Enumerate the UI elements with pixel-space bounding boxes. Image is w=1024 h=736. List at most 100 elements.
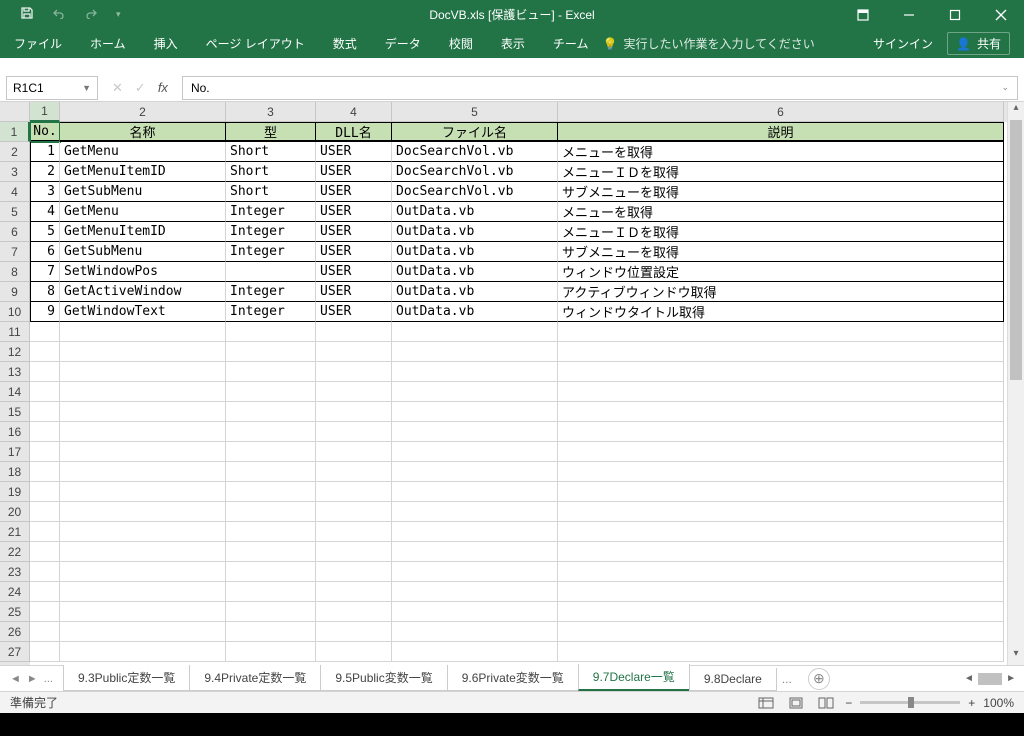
ribbon-tab[interactable]: 挿入 bbox=[140, 35, 192, 52]
row-header[interactable]: 23 bbox=[0, 562, 30, 582]
page-break-view-button[interactable] bbox=[815, 694, 837, 712]
cell[interactable]: アクティブウィンドウ取得 bbox=[558, 282, 1004, 302]
cell[interactable] bbox=[316, 342, 392, 362]
cell[interactable] bbox=[392, 462, 558, 482]
row-header[interactable]: 27 bbox=[0, 642, 30, 662]
chevron-down-icon[interactable]: ▼ bbox=[82, 83, 91, 93]
cell[interactable] bbox=[60, 542, 226, 562]
cell[interactable] bbox=[558, 462, 1004, 482]
cell[interactable] bbox=[316, 382, 392, 402]
cell[interactable] bbox=[226, 642, 316, 662]
cell[interactable]: OutData.vb bbox=[392, 222, 558, 242]
cell[interactable] bbox=[558, 402, 1004, 422]
cell[interactable] bbox=[316, 502, 392, 522]
cell[interactable]: GetMenu bbox=[60, 142, 226, 162]
scroll-down-icon[interactable]: ▾ bbox=[1008, 648, 1024, 665]
cell[interactable]: ウィンドウ位置設定 bbox=[558, 262, 1004, 282]
scroll-right-icon[interactable]: ► bbox=[1006, 673, 1016, 684]
ribbon-tab[interactable]: データ bbox=[371, 35, 435, 52]
cell[interactable]: メニューＩＤを取得 bbox=[558, 222, 1004, 242]
cell[interactable] bbox=[30, 562, 60, 582]
ribbon-tab[interactable]: 校閲 bbox=[435, 35, 487, 52]
close-button[interactable] bbox=[978, 0, 1024, 29]
cell[interactable] bbox=[226, 482, 316, 502]
column-header[interactable]: 3 bbox=[226, 102, 316, 122]
cell[interactable] bbox=[226, 542, 316, 562]
formula-input[interactable]: No. ⌄ bbox=[182, 76, 1018, 100]
cell[interactable] bbox=[558, 542, 1004, 562]
cell[interactable] bbox=[392, 622, 558, 642]
sheet-prev-icon[interactable]: ◄ bbox=[10, 673, 21, 685]
cell[interactable]: USER bbox=[316, 202, 392, 222]
cell[interactable] bbox=[392, 562, 558, 582]
cell[interactable] bbox=[316, 322, 392, 342]
cell[interactable] bbox=[60, 342, 226, 362]
cell[interactable] bbox=[226, 442, 316, 462]
cell[interactable]: GetSubMenu bbox=[60, 242, 226, 262]
cell[interactable]: 4 bbox=[30, 202, 60, 222]
cell[interactable]: OutData.vb bbox=[392, 242, 558, 262]
cell[interactable] bbox=[60, 562, 226, 582]
cell[interactable] bbox=[316, 462, 392, 482]
ribbon-tab[interactable]: 表示 bbox=[487, 35, 539, 52]
cell[interactable] bbox=[226, 262, 316, 282]
row-header[interactable]: 11 bbox=[0, 322, 30, 342]
cell[interactable] bbox=[392, 642, 558, 662]
vertical-scrollbar[interactable]: ▴ ▾ bbox=[1007, 102, 1024, 665]
row-header[interactable]: 6 bbox=[0, 222, 30, 242]
cell[interactable] bbox=[60, 602, 226, 622]
cell[interactable] bbox=[316, 482, 392, 502]
row-header[interactable]: 24 bbox=[0, 582, 30, 602]
cell[interactable] bbox=[226, 582, 316, 602]
cell[interactable] bbox=[30, 462, 60, 482]
cell[interactable]: OutData.vb bbox=[392, 282, 558, 302]
cell[interactable]: 1 bbox=[30, 142, 60, 162]
cell[interactable] bbox=[392, 542, 558, 562]
horizontal-scrollbar[interactable]: ◄ ► bbox=[964, 670, 1024, 687]
cell[interactable]: USER bbox=[316, 262, 392, 282]
cell[interactable]: Integer bbox=[226, 222, 316, 242]
cell[interactable] bbox=[226, 342, 316, 362]
cell[interactable] bbox=[558, 582, 1004, 602]
zoom-out-button[interactable]: − bbox=[845, 696, 852, 710]
cell[interactable] bbox=[392, 482, 558, 502]
cell[interactable]: Short bbox=[226, 182, 316, 202]
row-header[interactable]: 12 bbox=[0, 342, 30, 362]
cell[interactable] bbox=[30, 522, 60, 542]
cell[interactable]: DocSearchVol.vb bbox=[392, 182, 558, 202]
row-header[interactable]: 25 bbox=[0, 602, 30, 622]
cell[interactable] bbox=[60, 582, 226, 602]
cell[interactable] bbox=[30, 342, 60, 362]
cell[interactable]: Short bbox=[226, 142, 316, 162]
cell[interactable] bbox=[30, 582, 60, 602]
cell[interactable] bbox=[60, 462, 226, 482]
row-header[interactable]: 8 bbox=[0, 262, 30, 282]
cell[interactable] bbox=[316, 622, 392, 642]
cell[interactable] bbox=[558, 422, 1004, 442]
cell[interactable] bbox=[30, 622, 60, 642]
row-header[interactable]: 26 bbox=[0, 622, 30, 642]
cell[interactable]: OutData.vb bbox=[392, 202, 558, 222]
cell[interactable] bbox=[558, 562, 1004, 582]
cell[interactable]: USER bbox=[316, 282, 392, 302]
select-all-corner[interactable] bbox=[0, 102, 30, 122]
sign-in-link[interactable]: サインイン bbox=[873, 35, 933, 52]
row-header[interactable]: 1 bbox=[0, 122, 30, 142]
row-header[interactable]: 9 bbox=[0, 282, 30, 302]
cell[interactable]: ファイル名 bbox=[392, 122, 558, 142]
redo-icon[interactable] bbox=[84, 7, 98, 22]
row-header[interactable]: 2 bbox=[0, 142, 30, 162]
cell[interactable]: OutData.vb bbox=[392, 302, 558, 322]
cell[interactable] bbox=[60, 502, 226, 522]
ribbon-tab[interactable]: ホーム bbox=[76, 35, 140, 52]
cell[interactable] bbox=[226, 622, 316, 642]
sheet-tab[interactable]: 9.7Declare一覧 bbox=[578, 664, 690, 691]
cell[interactable] bbox=[226, 522, 316, 542]
zoom-slider-thumb[interactable] bbox=[908, 697, 914, 708]
cell[interactable]: USER bbox=[316, 222, 392, 242]
save-icon[interactable] bbox=[20, 6, 34, 23]
cell[interactable] bbox=[392, 322, 558, 342]
sheet-next-icon[interactable]: ► bbox=[27, 673, 38, 685]
cell[interactable] bbox=[392, 502, 558, 522]
ribbon-tab[interactable]: ページ レイアウト bbox=[192, 35, 319, 52]
